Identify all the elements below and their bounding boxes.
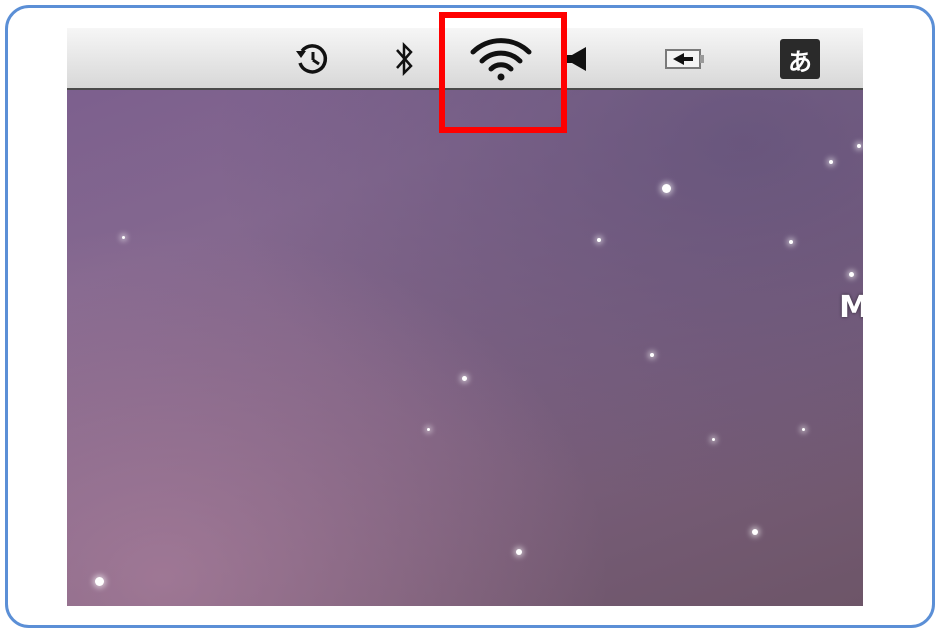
star: [789, 240, 793, 244]
battery-icon-graphic: [665, 49, 704, 69]
desktop-partial-label: M: [839, 290, 863, 325]
input-method-label: あ: [788, 47, 812, 76]
bluetooth-icon[interactable]: [387, 34, 421, 84]
volume-icon-graphic: [566, 47, 586, 71]
star: [462, 376, 467, 381]
time-machine-icon-graphic: [296, 44, 328, 74]
star: [597, 238, 601, 242]
input-method-icon[interactable]: あ: [780, 39, 820, 79]
star: [857, 144, 861, 148]
star: [829, 160, 833, 164]
star: [650, 353, 654, 357]
time-machine-icon[interactable]: [287, 34, 337, 84]
star: [122, 236, 125, 239]
star: [802, 428, 805, 431]
star: [849, 272, 854, 277]
battery-charging-icon[interactable]: [663, 34, 707, 84]
star: [752, 529, 758, 535]
star: [95, 577, 104, 586]
star: [712, 438, 715, 441]
bluetooth-icon-graphic: [396, 41, 413, 77]
star: [662, 184, 671, 193]
star: [427, 428, 430, 431]
wifi-highlight-box: [439, 12, 567, 133]
star: [516, 549, 522, 555]
